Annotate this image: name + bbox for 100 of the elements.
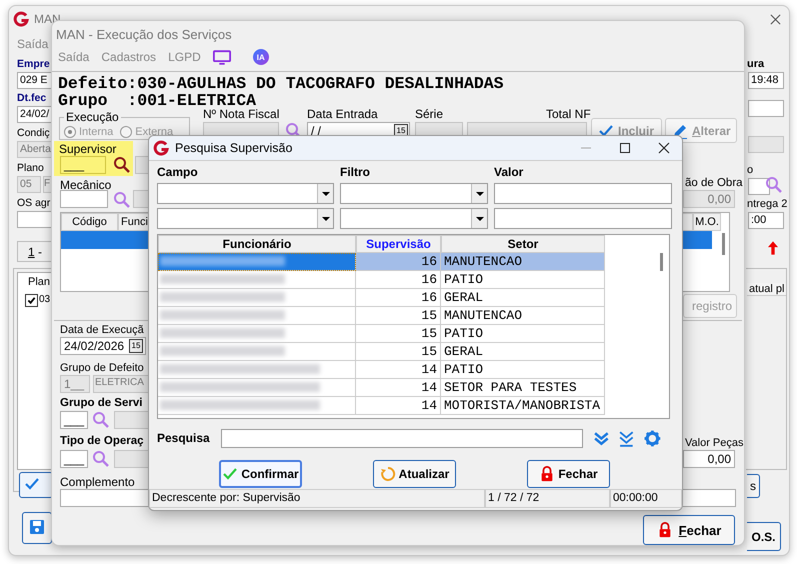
- input-field[interactable]: [494, 183, 672, 204]
- column-header[interactable]: Setor: [441, 235, 605, 253]
- input-field[interactable]: :00: [748, 212, 784, 229]
- caret-icon: [322, 192, 330, 196]
- search-icon[interactable]: [113, 156, 131, 174]
- check-icon: [222, 466, 238, 482]
- input-field[interactable]: ELETRICA: [93, 375, 149, 393]
- os-button[interactable]: O.S.: [747, 522, 781, 551]
- column-header: Plan: [28, 276, 50, 288]
- field-label: ura: [747, 58, 764, 70]
- close-icon[interactable]: [770, 14, 781, 25]
- table-cell: 15: [356, 343, 441, 361]
- column-header[interactable]: Funcionário: [158, 235, 356, 253]
- close-icon[interactable]: [658, 142, 670, 154]
- input-field[interactable]: 0,00: [683, 190, 735, 208]
- input-field[interactable]: ___: [60, 411, 88, 429]
- status-text: Decrescente por: Supervisão: [149, 489, 485, 508]
- table-cell: MANUTENCAO: [441, 253, 605, 271]
- field-label: OS agr: [17, 197, 50, 209]
- field-label: Total NF: [546, 107, 591, 121]
- field-label: Campo: [157, 165, 199, 179]
- input-field[interactable]: 1__: [60, 375, 90, 393]
- field-label: Valor: [494, 165, 524, 179]
- status-text: 1 / 72 / 72: [485, 489, 610, 508]
- table-cell: MANUTENCAO: [441, 307, 605, 325]
- checkbox[interactable]: [25, 294, 38, 307]
- input-field[interactable]: ___: [60, 156, 106, 174]
- table-cell: 14: [356, 361, 441, 379]
- logo-icon: [153, 140, 169, 156]
- column-header[interactable]: Supervisão: [356, 235, 441, 253]
- table-cell: GERAL: [441, 343, 605, 361]
- close-button[interactable]: Fechar: [643, 515, 735, 545]
- dropdown[interactable]: [157, 183, 334, 204]
- field-label: o: [747, 164, 754, 176]
- scrollbar-thumb[interactable]: [660, 253, 663, 271]
- window-title: MAN - Execução dos Serviços: [55, 26, 233, 43]
- calendar-button[interactable]: 15: [129, 339, 143, 353]
- dropdown[interactable]: [157, 208, 334, 229]
- table-cell: 15: [356, 307, 441, 325]
- caret-icon: [476, 216, 484, 220]
- table-cell: 16: [356, 271, 441, 289]
- list-item[interactable]: 03: [39, 294, 50, 305]
- input-field[interactable]: [748, 178, 770, 195]
- field-label: Plano: [17, 162, 44, 174]
- save-button[interactable]: [22, 512, 52, 544]
- caret-icon: [322, 216, 330, 220]
- chevron-down-bar-icon[interactable]: [618, 430, 636, 446]
- field-label: Dt.fec: [17, 92, 46, 104]
- table-cell: PATIO: [441, 325, 605, 343]
- input-field[interactable]: [135, 156, 149, 174]
- table-cell: 14: [356, 379, 441, 397]
- tab-button[interactable]: 1 -: [17, 241, 53, 262]
- field-label: Condiç: [17, 127, 50, 139]
- scrollbar-thumb[interactable]: [722, 233, 725, 255]
- input-field[interactable]: 0,00: [683, 450, 735, 468]
- column-header: Código: [61, 213, 118, 231]
- lock-icon: [539, 466, 556, 482]
- maximize-icon[interactable]: [619, 142, 631, 154]
- input-field[interactable]: 24/02/: [17, 106, 53, 123]
- field-label: Grupo de Defeito: [60, 362, 144, 374]
- field-label: Valor Peças: [685, 437, 744, 449]
- field-label: Série: [415, 107, 444, 121]
- input-field[interactable]: [494, 208, 672, 229]
- input-field[interactable]: [133, 190, 149, 208]
- table-cell: 16: [356, 289, 441, 307]
- table-cell: 16: [356, 253, 441, 271]
- input-field[interactable]: ___: [60, 450, 88, 468]
- input-field[interactable]: [114, 450, 149, 468]
- status-text: 00:00:00: [610, 489, 682, 508]
- confirm-button[interactable]: Confirmar: [219, 460, 302, 488]
- column-header: M.O.: [693, 213, 721, 231]
- field-label: ão de Obra: [685, 177, 743, 189]
- field-label: Tipo de Operaç: [60, 435, 144, 447]
- monitor-icon[interactable]: [212, 50, 231, 64]
- input-field[interactable]: [60, 190, 108, 208]
- dropdown[interactable]: [340, 208, 488, 229]
- search-field[interactable]: [221, 428, 583, 448]
- ia-badge[interactable]: IA: [252, 49, 269, 65]
- field-label: Empre: [17, 58, 50, 70]
- close-button[interactable]: Fechar: [527, 460, 610, 488]
- input-field[interactable]: [748, 100, 784, 117]
- settings-icon[interactable]: [644, 430, 661, 446]
- lock-icon: [656, 522, 673, 538]
- field-label: Complemento: [60, 475, 135, 489]
- logo-icon: [13, 11, 29, 27]
- refresh-icon: [380, 466, 396, 482]
- input-field[interactable]: 029 E: [17, 72, 53, 89]
- double-chevron-down-icon[interactable]: [592, 430, 610, 446]
- input-field[interactable]: [114, 411, 149, 429]
- table-cell: 15: [356, 325, 441, 343]
- up-arrow-icon[interactable]: [768, 241, 778, 255]
- field-label: Data de Execuçã: [60, 324, 144, 336]
- input-field[interactable]: [17, 211, 53, 228]
- field-label: Nº Nota Fiscal: [203, 107, 280, 121]
- heading-text: Defeito:030-AGULHAS DO TACOGRAFO DESALINHADAS: [58, 75, 504, 92]
- input-field[interactable]: 19:48: [748, 72, 784, 89]
- dropdown[interactable]: [340, 183, 488, 204]
- side-button[interactable]: s: [747, 474, 760, 498]
- refresh-button[interactable]: Atualizar: [373, 460, 456, 488]
- confirm-button[interactable]: [19, 472, 53, 498]
